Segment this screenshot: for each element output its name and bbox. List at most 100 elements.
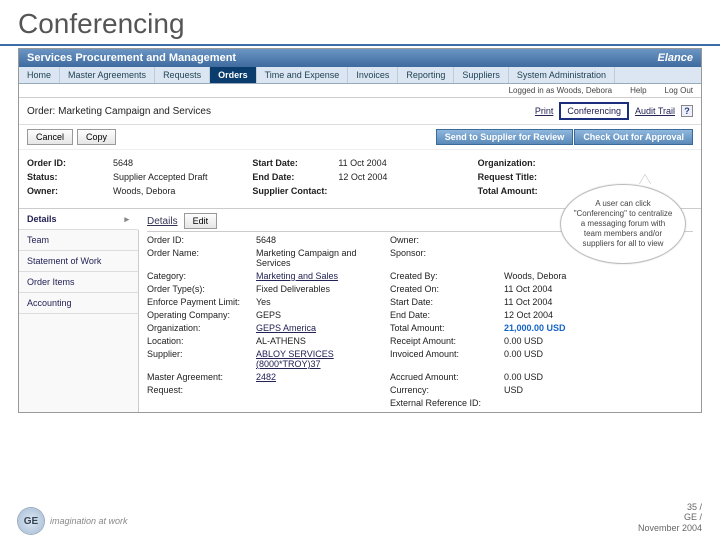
d-label: Start Date:	[390, 297, 500, 307]
request-title-label: Request Title:	[478, 172, 564, 182]
left-sidebar: Details ▸ Team Statement of Work Order It…	[19, 209, 139, 412]
supplier-contact-label: Supplier Contact:	[252, 186, 338, 196]
end-date-value: 12 Oct 2004	[338, 172, 387, 182]
send-review-button[interactable]: Send to Supplier for Review	[436, 129, 574, 145]
d-label	[147, 398, 252, 408]
d-label: Owner:	[390, 235, 500, 245]
owner-value: Woods, Debora	[113, 186, 175, 196]
d-label: Location:	[147, 336, 252, 346]
copy-button[interactable]: Copy	[77, 129, 116, 145]
tab-sys-admin[interactable]: System Administration	[509, 67, 615, 83]
checkout-approval-button[interactable]: Check Out for Approval	[574, 129, 693, 145]
tagline: imagination at work	[50, 516, 128, 526]
d-value	[256, 398, 386, 408]
audit-trail-link[interactable]: Audit Trail	[635, 106, 675, 116]
company-meta: GE /	[638, 512, 702, 523]
d-value: Marketing Campaign and Services	[256, 248, 386, 268]
d-value	[256, 385, 386, 395]
tab-requests[interactable]: Requests	[155, 67, 210, 83]
d-label: Supplier:	[147, 349, 252, 369]
d-label: Order Name:	[147, 248, 252, 268]
sidebar-item-team[interactable]: Team	[19, 230, 138, 251]
d-label: Total Amount:	[390, 323, 500, 333]
tab-time-expense[interactable]: Time and Expense	[257, 67, 349, 83]
d-value: AL-ATHENS	[256, 336, 386, 346]
total-amount-label: Total Amount:	[478, 186, 564, 196]
d-label: Invoiced Amount:	[390, 349, 500, 369]
d-label: Master Agreement:	[147, 372, 252, 382]
d-label: Created By:	[390, 271, 500, 281]
app-title: Services Procurement and Management	[27, 52, 236, 64]
slide-footer: GE imagination at work 35 / GE / Novembe…	[18, 502, 702, 534]
d-value: GEPS	[256, 310, 386, 320]
tab-reporting[interactable]: Reporting	[398, 67, 454, 83]
d-label: Receipt Amount:	[390, 336, 500, 346]
owner-label: Owner:	[27, 186, 113, 196]
end-date-label: End Date:	[252, 172, 338, 182]
d-value: 11 Oct 2004	[504, 297, 604, 307]
edit-button[interactable]: Edit	[184, 213, 218, 229]
help-icon[interactable]: ?	[681, 105, 693, 117]
d-label: Organization:	[147, 323, 252, 333]
sidebar-item-accounting[interactable]: Accounting	[19, 293, 138, 314]
order-id-label: Order ID:	[27, 158, 113, 168]
supplier-link[interactable]: ABLOY SERVICES (8000*TROY)37	[256, 349, 386, 369]
user-row: Logged in as Woods, Debora Help Log Out	[19, 84, 701, 98]
conferencing-link[interactable]: Conferencing	[559, 102, 629, 120]
category-link[interactable]: Marketing and Sales	[256, 271, 386, 281]
page-number: 35 /	[638, 502, 702, 513]
main-nav: Home Master Agreements Requests Orders T…	[19, 67, 701, 84]
d-label: External Reference ID:	[390, 398, 500, 408]
d-value: 0.00 USD	[504, 372, 604, 382]
date-meta: November 2004	[638, 523, 702, 534]
d-label: Order Type(s):	[147, 284, 252, 294]
master-agreement-link[interactable]: 2482	[256, 372, 386, 382]
d-value: Woods, Debora	[504, 271, 604, 281]
help-link[interactable]: Help	[630, 86, 646, 95]
page-title: Conferencing	[0, 0, 720, 46]
tab-orders[interactable]: Orders	[210, 67, 257, 83]
d-value: 12 Oct 2004	[504, 310, 604, 320]
d-label: End Date:	[390, 310, 500, 320]
organization-label: Organization:	[478, 158, 564, 168]
brand-logo-text: Elance	[658, 52, 693, 64]
sidebar-item-label: Details	[27, 214, 57, 224]
detail-section-title: Details	[147, 216, 178, 227]
d-label: Created On:	[390, 284, 500, 294]
d-label: Request:	[147, 385, 252, 395]
d-label: Accrued Amount:	[390, 372, 500, 382]
tab-suppliers[interactable]: Suppliers	[454, 67, 509, 83]
sidebar-item-details[interactable]: Details ▸	[19, 209, 139, 230]
start-date-value: 11 Oct 2004	[338, 158, 386, 168]
sidebar-item-order-items[interactable]: Order Items	[19, 272, 138, 293]
tab-master-agreements[interactable]: Master Agreements	[60, 67, 155, 83]
d-value: Yes	[256, 297, 386, 307]
sidebar-item-sow[interactable]: Statement of Work	[19, 251, 138, 272]
d-value: USD	[504, 385, 604, 395]
status-label: Status:	[27, 172, 113, 182]
chevron-right-icon: ▸	[124, 214, 129, 225]
cancel-button[interactable]: Cancel	[27, 129, 73, 145]
d-value: Fixed Deliverables	[256, 284, 386, 294]
order-bar: Order: Marketing Campaign and Services P…	[19, 98, 701, 125]
organization-link[interactable]: GEPS America	[256, 323, 386, 333]
tab-home[interactable]: Home	[19, 67, 60, 83]
tab-invoices[interactable]: Invoices	[348, 67, 398, 83]
d-value	[504, 398, 604, 408]
logged-in-label: Logged in as Woods, Debora	[509, 86, 612, 95]
callout-bubble: A user can click "Conferencing" to centr…	[560, 184, 686, 264]
status-value: Supplier Accepted Draft	[113, 172, 208, 182]
action-row: Cancel Copy Send to Supplier for Review …	[19, 125, 701, 150]
order-title: Order: Marketing Campaign and Services	[27, 106, 211, 117]
order-id-value: 5648	[113, 158, 133, 168]
ge-logo-icon: GE	[18, 508, 44, 534]
logout-link[interactable]: Log Out	[665, 86, 693, 95]
d-value: 0.00 USD	[504, 336, 604, 346]
d-label: Order ID:	[147, 235, 252, 245]
d-label: Currency:	[390, 385, 500, 395]
print-link[interactable]: Print	[535, 106, 554, 116]
d-value: 5648	[256, 235, 386, 245]
start-date-label: Start Date:	[252, 158, 338, 168]
d-value: 11 Oct 2004	[504, 284, 604, 294]
d-label: Category:	[147, 271, 252, 281]
